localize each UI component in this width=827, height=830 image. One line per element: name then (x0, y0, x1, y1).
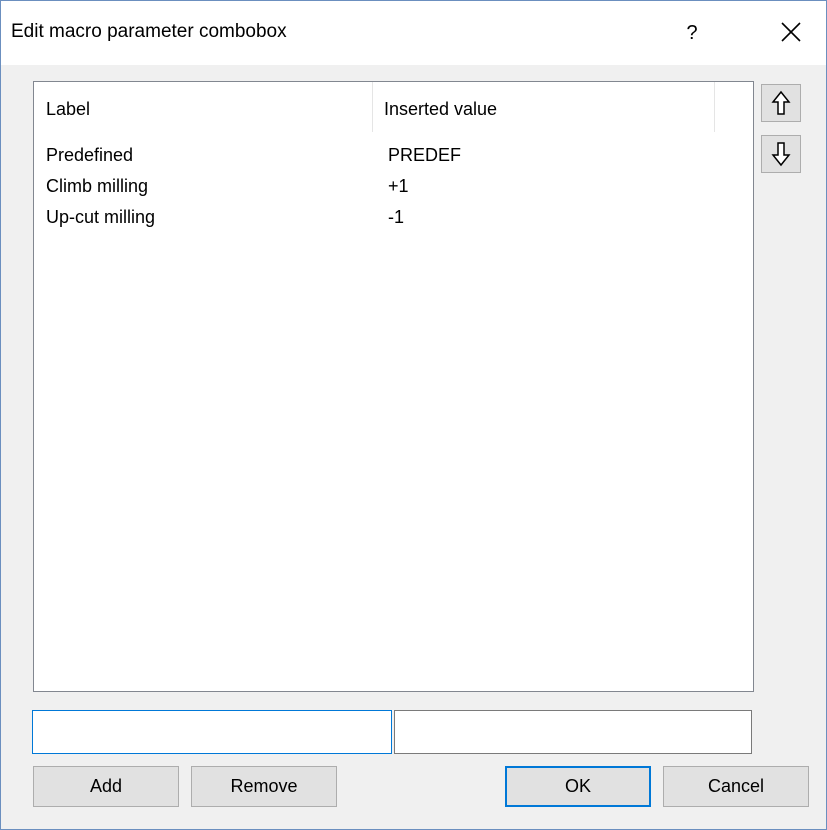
dialog-title: Edit macro parameter combobox (11, 21, 287, 42)
remove-button[interactable]: Remove (191, 766, 337, 807)
column-header-label[interactable]: Label (34, 82, 373, 132)
item-label: Up-cut milling (46, 207, 156, 227)
inserted-value-input[interactable] (394, 710, 752, 754)
arrow-down-icon (771, 142, 791, 167)
ok-button[interactable]: OK (505, 766, 651, 807)
list-item[interactable]: Up-cut milling -1 (34, 202, 753, 233)
list-header: Label Inserted value (34, 82, 753, 132)
list-item[interactable]: Climb milling +1 (34, 171, 753, 202)
item-value: -1 (388, 207, 405, 227)
list-item[interactable]: Predefined PREDEF (34, 140, 753, 171)
item-label: Climb milling (46, 176, 149, 196)
close-button[interactable] (771, 15, 811, 51)
title-bar: Edit macro parameter combobox ? (1, 1, 826, 65)
list-rows: Predefined PREDEF Climb milling +1 Up-cu… (34, 140, 753, 233)
item-value: +1 (388, 176, 409, 196)
move-down-button[interactable] (761, 135, 801, 173)
move-up-button[interactable] (761, 84, 801, 122)
label-input[interactable] (32, 710, 392, 754)
item-value: PREDEF (388, 145, 462, 165)
column-header-inserted-value[interactable]: Inserted value (372, 82, 715, 132)
label-input-field[interactable] (33, 711, 391, 753)
inserted-value-input-field[interactable] (395, 711, 751, 753)
item-label: Predefined (46, 145, 134, 165)
values-list[interactable]: Label Inserted value Predefined PREDEF C… (33, 81, 754, 692)
arrow-up-icon (771, 90, 791, 115)
cancel-button[interactable]: Cancel (663, 766, 809, 807)
close-icon (781, 22, 801, 42)
add-button[interactable]: Add (33, 766, 179, 807)
help-button[interactable]: ? (677, 17, 707, 49)
dialog-window: Edit macro parameter combobox ? Label In… (0, 0, 827, 830)
